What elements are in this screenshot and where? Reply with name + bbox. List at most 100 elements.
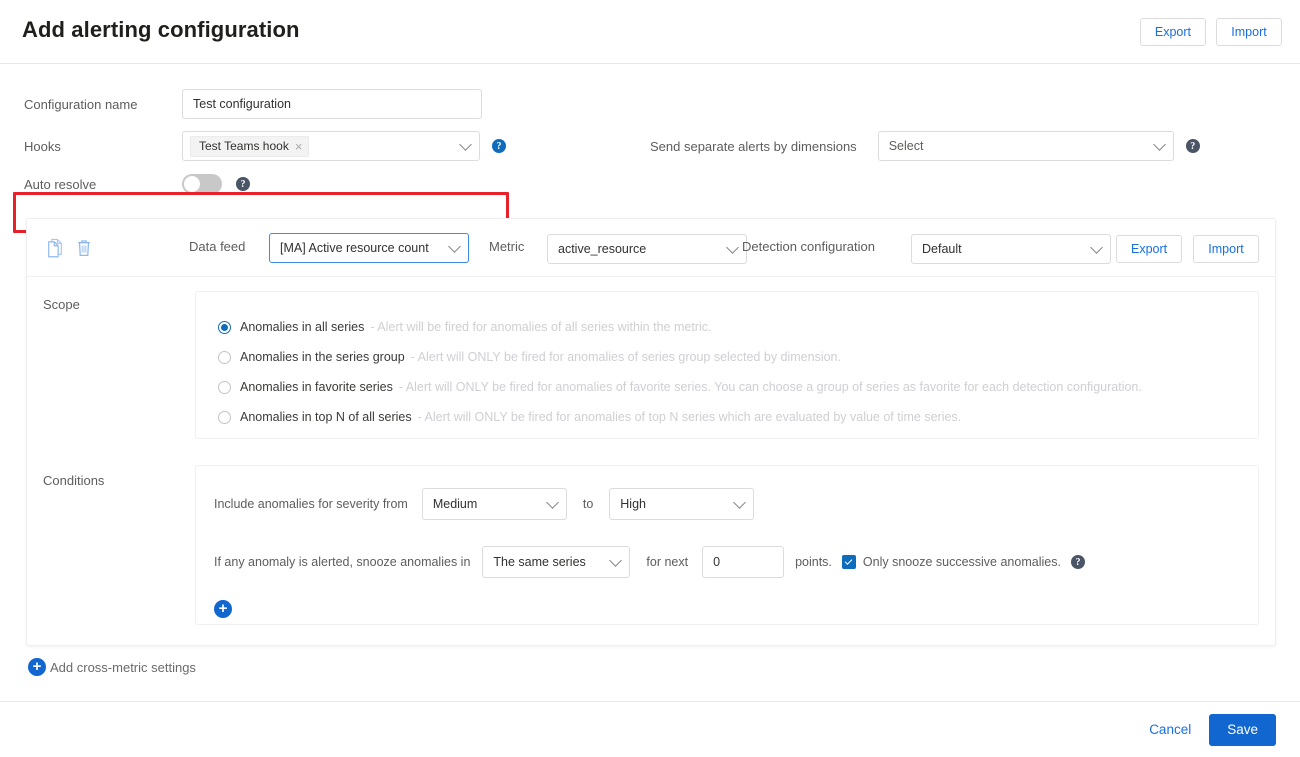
scope-option-description: - Alert will ONLY be fired for anomalies… xyxy=(410,350,841,364)
chevron-down-icon xyxy=(459,138,472,151)
add-condition-button[interactable]: + xyxy=(214,600,232,618)
scope-option-label: Anomalies in the series group xyxy=(240,350,405,364)
scope-option-all-series[interactable]: Anomalies in all series - Alert will be … xyxy=(218,312,1258,342)
severity-to-value: High xyxy=(620,497,646,511)
scope-panel: Anomalies in all series - Alert will be … xyxy=(195,291,1259,439)
detection-export-button[interactable]: Export xyxy=(1116,235,1183,263)
detection-import-button[interactable]: Import xyxy=(1193,235,1259,263)
snooze-prefix-label: If any anomaly is alerted, snooze anomal… xyxy=(214,555,471,569)
check-icon xyxy=(845,557,853,565)
metric-settings-card: Data feed [MA] Active resource count Met… xyxy=(26,218,1276,646)
conditions-label: Conditions xyxy=(43,473,105,488)
hooks-chip-remove-icon[interactable]: × xyxy=(295,140,303,153)
page-title: Add alerting configuration xyxy=(22,17,300,42)
plus-icon: + xyxy=(218,599,228,617)
snooze-points-input[interactable]: 0 xyxy=(702,546,785,578)
delete-icon[interactable] xyxy=(75,238,93,258)
scope-option-description: - Alert will ONLY be fired for anomalies… xyxy=(398,380,1142,394)
page-footer: Cancel Save xyxy=(0,701,1300,757)
severity-from-value: Medium xyxy=(432,497,478,511)
chevron-down-icon xyxy=(609,554,623,567)
scope-option-top-n[interactable]: Anomalies in top N of all series - Alert… xyxy=(218,402,1258,432)
auto-resolve-toggle[interactable] xyxy=(182,174,222,194)
page-header: Add alerting configuration Export Import xyxy=(0,0,1300,64)
add-cross-metric-icon[interactable]: + xyxy=(28,658,46,676)
scope-option-description: - Alert will be fired for anomalies of a… xyxy=(370,320,712,334)
severity-prefix-label: Include anomalies for severity from xyxy=(214,497,408,511)
severity-from-select[interactable]: Medium xyxy=(421,488,567,520)
radio-all-series[interactable] xyxy=(218,320,231,334)
alerting-configuration-page: Add alerting configuration Export Import… xyxy=(0,0,1300,757)
snooze-help-icon[interactable]: ? xyxy=(1070,555,1085,569)
metric-card-body: Scope Anomalies in all series - Alert wi… xyxy=(27,277,1275,625)
duplicate-icon[interactable] xyxy=(46,238,64,258)
header-export-button[interactable]: Export xyxy=(1139,18,1206,46)
conditions-panel: Include anomalies for severity from Medi… xyxy=(195,465,1259,625)
severity-to-word: to xyxy=(582,497,594,511)
snooze-scope-select[interactable]: The same series xyxy=(482,546,631,578)
plus-icon: + xyxy=(32,657,42,675)
send-separate-alerts-value: Select xyxy=(888,139,924,153)
auto-resolve-label: Auto resolve xyxy=(24,176,97,192)
auto-resolve-row: Auto resolve ? xyxy=(24,174,250,194)
send-separate-alerts-label: Send separate alerts by dimensions xyxy=(650,138,857,154)
scope-option-label: Anomalies in all series xyxy=(240,320,365,334)
data-feed-label: Data feed xyxy=(189,239,246,254)
for-next-label: for next xyxy=(646,555,689,569)
auto-resolve-help-icon[interactable]: ? xyxy=(236,177,250,191)
toggle-knob xyxy=(184,176,200,192)
detection-configuration-label: Detection configuration xyxy=(742,239,875,254)
snooze-row: If any anomaly is alerted, snooze anomal… xyxy=(214,546,1258,578)
scope-option-label: Anomalies in favorite series xyxy=(240,380,393,394)
radio-favorite-series[interactable] xyxy=(218,380,231,394)
send-separate-alerts-select[interactable]: Select xyxy=(877,131,1174,161)
chevron-down-icon xyxy=(726,241,739,254)
scope-option-series-group[interactable]: Anomalies in the series group - Alert wi… xyxy=(218,342,1258,372)
hooks-chip-label: Test Teams hook xyxy=(199,139,289,153)
add-cross-metric-settings-button[interactable]: + Add cross-metric settings xyxy=(28,658,196,676)
radio-series-group[interactable] xyxy=(218,350,231,364)
only-snooze-successive-label: Only snooze successive anomalies. xyxy=(862,555,1061,569)
add-cross-metric-label: Add cross-metric settings xyxy=(50,659,196,675)
points-suffix-label: points. xyxy=(795,555,832,569)
chevron-down-icon xyxy=(545,496,559,509)
add-condition-row: + xyxy=(214,600,1258,619)
configuration-name-label: Configuration name xyxy=(24,96,138,112)
scope-label: Scope xyxy=(43,297,80,312)
send-separate-alerts-row: Send separate alerts by dimensions Selec… xyxy=(650,131,1200,161)
header-import-button[interactable]: Import xyxy=(1216,18,1282,46)
data-feed-value: [MA] Active resource count xyxy=(280,241,429,255)
detection-configuration-value: Default xyxy=(922,242,962,256)
top-form: Configuration name Test configuration Ho… xyxy=(0,64,1300,233)
configuration-name-row: Configuration name Test configuration xyxy=(24,89,482,119)
chevron-down-icon xyxy=(1152,138,1166,151)
chevron-down-icon xyxy=(1090,241,1103,254)
hooks-chip[interactable]: Test Teams hook × xyxy=(190,135,310,157)
scope-option-label: Anomalies in top N of all series xyxy=(240,410,412,424)
conditions-section: Conditions Include anomalies for severit… xyxy=(43,465,1259,625)
metric-value: active_resource xyxy=(558,242,647,256)
chevron-down-icon xyxy=(448,240,461,253)
data-feed-select[interactable]: [MA] Active resource count xyxy=(269,233,469,263)
configuration-name-input[interactable]: Test configuration xyxy=(182,89,482,119)
hooks-select[interactable]: Test Teams hook × xyxy=(182,131,480,161)
save-button[interactable]: Save xyxy=(1209,713,1276,746)
cancel-button[interactable]: Cancel xyxy=(1149,722,1191,737)
send-separate-alerts-help-icon[interactable]: ? xyxy=(1185,139,1200,153)
hooks-label: Hooks xyxy=(24,138,61,154)
hooks-row: Hooks Test Teams hook × ? xyxy=(24,131,506,161)
severity-to-select[interactable]: High xyxy=(609,488,755,520)
scope-option-favorite-series[interactable]: Anomalies in favorite series - Alert wil… xyxy=(218,372,1258,402)
snooze-scope-value: The same series xyxy=(493,555,586,569)
metric-label: Metric xyxy=(489,239,525,254)
only-snooze-successive-checkbox[interactable] xyxy=(841,555,856,569)
radio-top-n[interactable] xyxy=(218,410,231,424)
metric-card-toolbar: Data feed [MA] Active resource count Met… xyxy=(27,219,1275,277)
severity-row: Include anomalies for severity from Medi… xyxy=(214,488,1258,520)
hooks-help-icon[interactable]: ? xyxy=(492,139,506,153)
scope-option-description: - Alert will ONLY be fired for anomalies… xyxy=(417,410,962,424)
scope-section: Scope Anomalies in all series - Alert wi… xyxy=(43,291,1259,439)
chevron-down-icon xyxy=(733,496,747,509)
metric-select[interactable]: active_resource xyxy=(547,234,747,264)
detection-configuration-select[interactable]: Default xyxy=(911,234,1111,264)
